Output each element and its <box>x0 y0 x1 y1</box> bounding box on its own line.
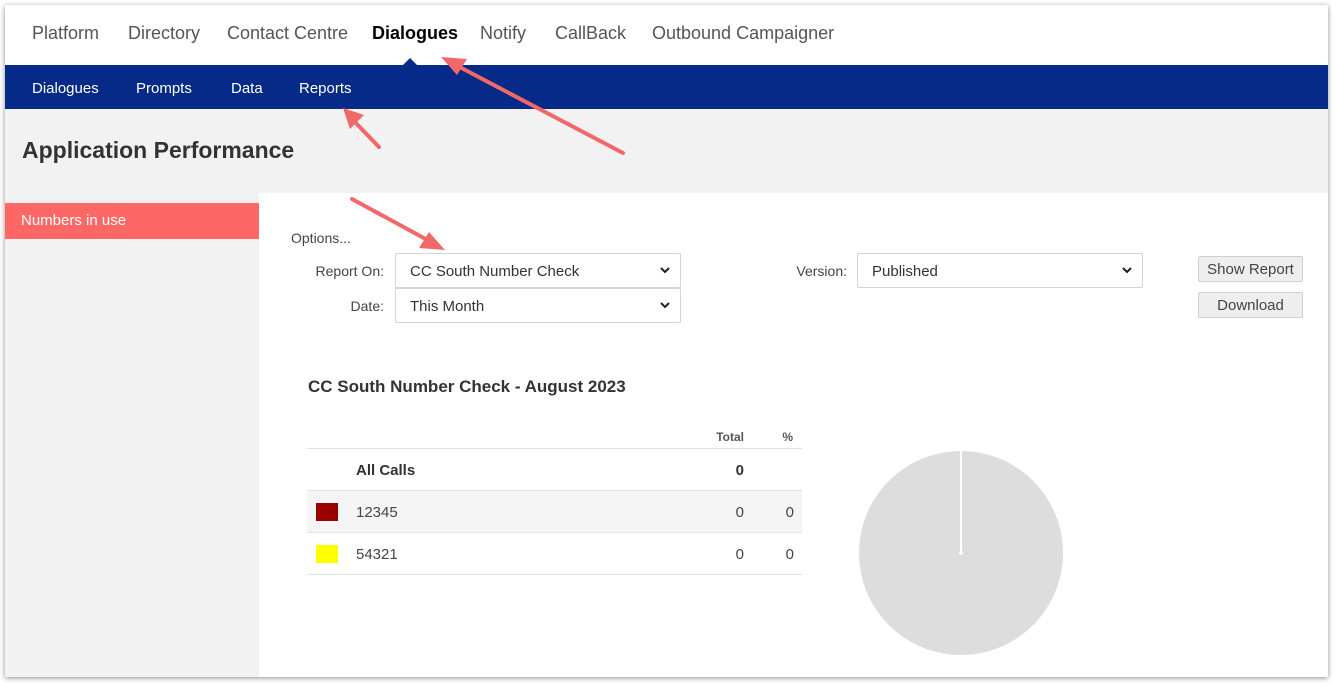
row-total: 0 <box>735 546 744 563</box>
report-on-value: CC South Number Check <box>410 263 580 280</box>
sub-nav-prompts[interactable]: Prompts <box>136 80 192 97</box>
top-nav-directory[interactable]: Directory <box>128 23 200 44</box>
chevron-down-icon <box>660 302 670 309</box>
row-name: 54321 <box>356 546 398 563</box>
pie-chart <box>859 451 1063 655</box>
sub-nav-data[interactable]: Data <box>231 80 263 97</box>
top-nav-platform[interactable]: Platform <box>32 23 99 44</box>
sub-nav: Dialogues Prompts Data Reports <box>5 65 1328 109</box>
row-percent: 0 <box>785 546 794 563</box>
download-button[interactable]: Download <box>1198 292 1303 318</box>
top-nav-dialogues[interactable]: Dialogues <box>372 23 458 44</box>
date-label: Date: <box>350 298 384 314</box>
top-nav-outbound-campaigner[interactable]: Outbound Campaigner <box>652 23 834 44</box>
row-percent: 0 <box>785 504 794 521</box>
report-on-select[interactable]: CC South Number Check <box>395 253 681 288</box>
annotation-arrow <box>350 117 381 149</box>
row-total: 0 <box>735 504 744 521</box>
top-nav-callback[interactable]: CallBack <box>555 23 626 44</box>
version-value: Published <box>872 263 938 280</box>
pie-center <box>959 551 963 555</box>
legend-swatch <box>316 545 338 563</box>
version-label: Version: <box>796 263 847 279</box>
report-panel: Options... Report On: CC South Number Ch… <box>259 193 1328 677</box>
annotation-arrow-head <box>343 108 364 129</box>
legend-swatch <box>316 503 338 521</box>
top-nav-contact-centre[interactable]: Contact Centre <box>227 23 348 44</box>
table-row-all-calls: All Calls 0 <box>307 449 802 491</box>
show-report-button[interactable]: Show Report <box>1198 256 1303 282</box>
report-title: CC South Number Check - August 2023 <box>308 377 626 396</box>
chevron-down-icon <box>660 267 670 274</box>
sub-nav-reports[interactable]: Reports <box>299 80 352 97</box>
sub-nav-dialogues[interactable]: Dialogues <box>32 80 99 97</box>
active-tab-caret <box>403 58 417 65</box>
row-total: 0 <box>735 462 744 479</box>
table-row: 12345 0 0 <box>307 491 802 533</box>
column-percent: % <box>782 430 793 444</box>
report-on-label: Report On: <box>315 263 384 279</box>
column-total: Total <box>716 430 744 444</box>
row-name: 12345 <box>356 504 398 521</box>
sidebar-item-numbers-in-use[interactable]: Numbers in use <box>5 203 259 239</box>
report-table: Total % All Calls 0 12345 0 0 54321 0 0 <box>307 418 802 575</box>
app-window: Platform Directory Contact Centre Dialog… <box>5 5 1328 677</box>
table-row: 54321 0 0 <box>307 533 802 575</box>
options-label: Options... <box>291 230 351 246</box>
table-header: Total % <box>307 418 802 449</box>
row-name: All Calls <box>356 462 416 479</box>
date-select[interactable]: This Month <box>395 288 681 323</box>
top-nav-notify[interactable]: Notify <box>480 23 526 44</box>
page-title: Application Performance <box>22 137 295 163</box>
chevron-down-icon <box>1122 267 1132 274</box>
version-select[interactable]: Published <box>857 253 1143 288</box>
top-nav: Platform Directory Contact Centre Dialog… <box>5 5 1328 65</box>
date-value: This Month <box>410 298 485 315</box>
